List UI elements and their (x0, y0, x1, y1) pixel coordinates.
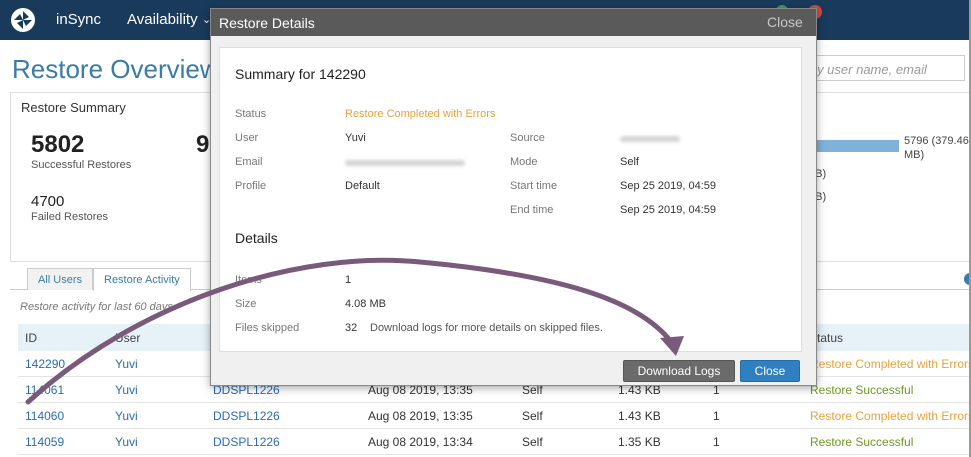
col-header-id[interactable]: ID (25, 331, 37, 345)
restore-size-bar (806, 140, 899, 152)
table-row: 114060 Yuvi DDSPL1226 Aug 08 2019, 13:35… (18, 403, 971, 429)
nav-availability-menu[interactable]: Availability (127, 11, 198, 28)
druva-logo-icon[interactable] (10, 7, 36, 33)
row-device-link[interactable]: DDSPL1226 (213, 435, 280, 449)
table-row: 114059 Yuvi DDSPL1226 Aug 08 2019, 13:34… (18, 429, 971, 455)
label-user: User (235, 132, 259, 144)
close-button[interactable]: Close (740, 360, 800, 382)
tab-all-users[interactable]: All Users (27, 268, 94, 290)
row-id-link[interactable]: 114059 (25, 435, 64, 449)
row-items: 1 (713, 409, 720, 423)
label-source: Source (510, 132, 545, 144)
details-heading: Details (235, 230, 278, 246)
modal-header: Restore Details Close (211, 9, 816, 36)
value-size: 4.08 MB (345, 298, 386, 310)
value-end-time: Sep 25 2019, 04:59 (620, 204, 717, 216)
modal-body: Summary for 142290 Status Restore Comple… (219, 47, 802, 352)
activity-note: Restore activity for last 60 days (20, 301, 173, 313)
value-user: Yuvi (345, 132, 366, 144)
page-title: Restore Overview (12, 54, 219, 84)
row-date: Aug 08 2019, 13:35 (368, 409, 473, 423)
failed-restores-count: 4700 (31, 193, 65, 210)
row-device-link[interactable]: DDSPL1226 (213, 409, 280, 423)
row-user-link[interactable]: Yuvi (115, 383, 138, 397)
label-mode: Mode (510, 156, 538, 168)
row-id-link[interactable]: 142290 (25, 357, 65, 371)
row-status: Restore Successful (810, 383, 914, 397)
successful-restores-label: Successful Restores (31, 159, 132, 171)
files-skipped-note: Download logs for more details on skippe… (370, 322, 603, 334)
label-items: Items (235, 274, 262, 286)
value-start-time: Sep 25 2019, 04:59 (620, 180, 717, 192)
modal-title: Restore Details (219, 15, 315, 31)
label-start-time: Start time (510, 180, 558, 192)
successful-restores-count: 5802 (31, 131, 85, 158)
row-size: 1.35 KB (618, 435, 661, 449)
value-profile: Default (345, 180, 380, 192)
summary-title: Restore Summary (21, 100, 126, 115)
value-status: Restore Completed with Errors (345, 108, 496, 120)
download-logs-button[interactable]: Download Logs (623, 360, 735, 382)
value-mode: Self (620, 156, 639, 168)
modal-close-link[interactable]: Close (767, 14, 803, 30)
redacted-source (620, 136, 680, 142)
row-user-link[interactable]: Yuvi (115, 435, 138, 449)
label-end-time: End time (510, 204, 554, 216)
row-mode: Self (522, 409, 543, 423)
row-items: 1 (713, 435, 720, 449)
row-user-link[interactable]: Yuvi (115, 409, 138, 423)
row-id-link[interactable]: 114060 (25, 409, 64, 423)
row-mode: Self (522, 435, 543, 449)
row-date: Aug 08 2019, 13:34 (368, 435, 473, 449)
row-status: Restore Completed with Errors (810, 357, 971, 371)
tab-restore-activity[interactable]: Restore Activity (93, 268, 191, 291)
row-user-link[interactable]: Yuvi (115, 357, 138, 371)
restore-details-modal: Restore Details Close Summary for 142290… (210, 8, 817, 386)
label-profile: Profile (235, 180, 267, 192)
label-size: Size (235, 298, 257, 310)
brand-name: inSync (56, 11, 102, 28)
row-status: Restore Completed with Errors (810, 409, 971, 423)
summary-heading: Summary for 142290 (235, 66, 366, 82)
label-email: Email (235, 156, 263, 168)
value-items: 1 (345, 274, 352, 286)
row-id-link[interactable]: 114061 (25, 383, 64, 397)
label-status: Status (235, 108, 267, 120)
col-header-user[interactable]: User (115, 331, 140, 345)
redacted-email (345, 160, 465, 166)
row-size: 1.43 KB (618, 409, 661, 423)
restore-size-label: 5796 (379.46 MB) (904, 135, 969, 161)
label-files-skipped: Files skipped (235, 322, 300, 334)
value-files-skipped: 32 (345, 322, 358, 334)
row-status: Restore Successful (810, 435, 914, 449)
failed-restores-label: Failed Restores (31, 211, 109, 223)
